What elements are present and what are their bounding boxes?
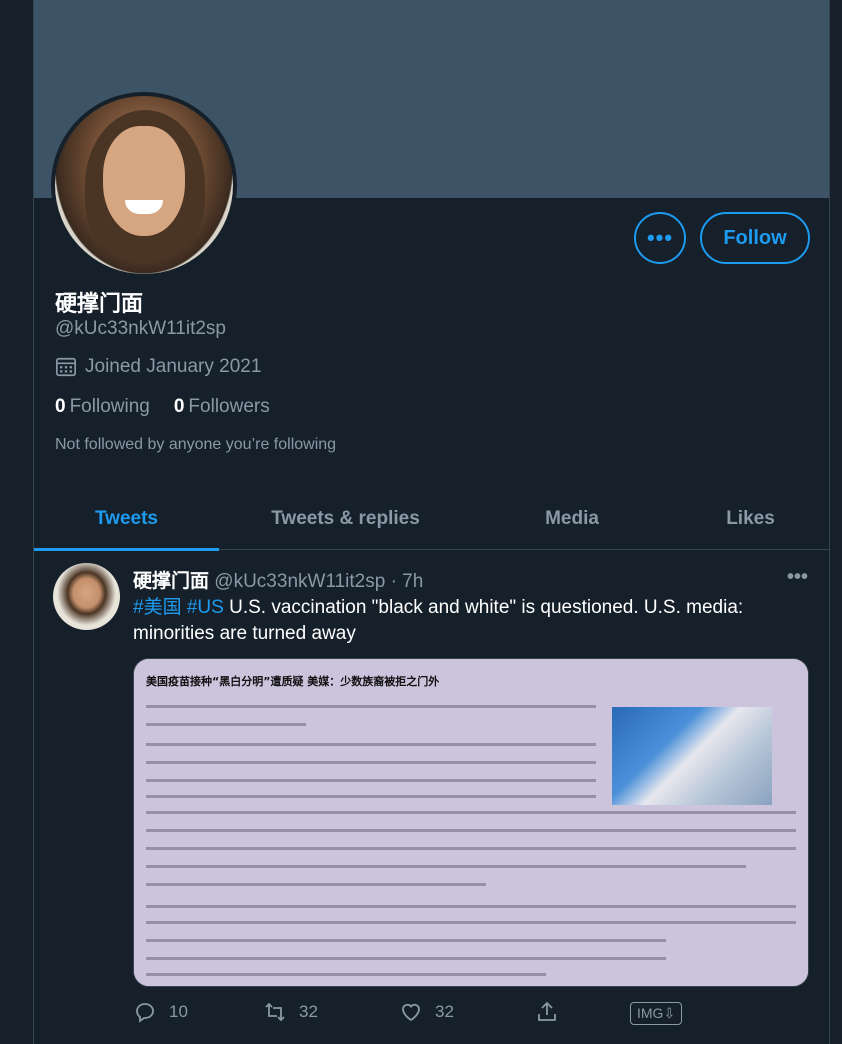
tweet-author-handle[interactable]: @kUc33nkW11it2sp bbox=[214, 571, 385, 592]
more-options-button[interactable]: ••• bbox=[634, 212, 686, 264]
calendar-icon bbox=[56, 357, 76, 377]
reply-button[interactable]: 10 bbox=[133, 1000, 188, 1024]
followers-count: 0 bbox=[173, 396, 185, 417]
retweet-count: 32 bbox=[299, 1002, 318, 1021]
tweet-more-button[interactable]: ••• bbox=[787, 566, 808, 589]
hashtag-link[interactable]: #US bbox=[187, 597, 224, 618]
profile-tabs: Tweets Tweets & replies Media Likes bbox=[34, 488, 829, 551]
tweet-author-avatar[interactable] bbox=[53, 563, 120, 630]
follow-stats: 0 Following 0 Followers bbox=[55, 396, 270, 418]
profile-avatar[interactable] bbox=[51, 92, 237, 278]
follow-button[interactable]: Follow bbox=[700, 212, 810, 264]
tweet-author-name[interactable]: 硬撑门面 bbox=[133, 571, 209, 592]
more-icon: ••• bbox=[646, 225, 674, 250]
retweet-button[interactable]: 32 bbox=[263, 1000, 318, 1024]
tab-likes[interactable]: Likes bbox=[672, 488, 829, 550]
like-button[interactable]: 32 bbox=[399, 1000, 454, 1024]
following-label: Following bbox=[69, 396, 150, 417]
tweet-time[interactable]: · 7h bbox=[391, 571, 424, 592]
text-line bbox=[146, 779, 596, 782]
text-line bbox=[146, 705, 596, 708]
share-icon bbox=[538, 1001, 556, 1021]
tweet-text: #美国 #US U.S. vaccination "black and whit… bbox=[133, 595, 803, 647]
text-line bbox=[146, 905, 796, 908]
tab-tweets-replies[interactable]: Tweets & replies bbox=[219, 488, 472, 550]
text-line bbox=[146, 921, 796, 924]
tab-tweets[interactable]: Tweets bbox=[34, 488, 219, 551]
tweet-body: U.S. vaccination "black and white" is qu… bbox=[133, 597, 744, 644]
vaccine-photo bbox=[612, 707, 772, 805]
reply-count: 10 bbox=[169, 1002, 188, 1021]
following-count: 0 bbox=[55, 396, 66, 417]
text-line bbox=[146, 829, 796, 832]
text-line bbox=[146, 847, 796, 850]
image-download-button[interactable]: IMG⇩ bbox=[630, 1002, 683, 1025]
text-line bbox=[146, 939, 666, 942]
tweet-actions: 10 32 32 IMG⇩ bbox=[133, 1000, 693, 1034]
joined-date: Joined January 2021 bbox=[55, 356, 261, 378]
retweet-icon bbox=[265, 1002, 285, 1022]
text-line bbox=[146, 811, 796, 814]
tab-media[interactable]: Media bbox=[472, 488, 672, 550]
like-count: 32 bbox=[435, 1002, 454, 1021]
followers-link[interactable]: 0 Followers bbox=[174, 396, 270, 418]
not-followed-notice: Not followed by anyone you’re following bbox=[55, 436, 337, 453]
hashtag-link[interactable]: #美国 bbox=[133, 597, 182, 618]
heart-icon bbox=[402, 1003, 420, 1022]
share-button[interactable] bbox=[535, 1000, 559, 1024]
reply-icon bbox=[136, 1003, 154, 1023]
following-link[interactable]: 0 Following bbox=[55, 396, 150, 418]
profile-display-name: 硬撑门面 bbox=[55, 291, 144, 316]
text-line bbox=[146, 795, 596, 798]
tweet-header: 硬撑门面 @kUc33nkW11it2sp · 7h bbox=[133, 566, 423, 593]
text-line bbox=[146, 743, 596, 746]
text-line bbox=[146, 865, 746, 868]
tweet-media-image[interactable]: 美国疫苗接种“黑白分明”遭质疑 美媒：少数族裔被拒之门外 bbox=[133, 658, 809, 987]
joined-text: Joined January 2021 bbox=[85, 356, 262, 377]
article-title: 美国疫苗接种“黑白分明”遭质疑 美媒：少数族裔被拒之门外 bbox=[146, 675, 440, 688]
text-line bbox=[146, 723, 306, 726]
followers-label: Followers bbox=[188, 396, 270, 417]
article-screenshot: 美国疫苗接种“黑白分明”遭质疑 美媒：少数族裔被拒之门外 bbox=[134, 659, 808, 986]
profile-handle: @kUc33nkW11it2sp bbox=[55, 318, 226, 339]
text-line bbox=[146, 883, 486, 886]
text-line bbox=[146, 973, 546, 976]
text-line bbox=[146, 761, 596, 764]
column-border-right bbox=[829, 0, 830, 1044]
avatar-face bbox=[103, 126, 185, 236]
text-line bbox=[146, 957, 666, 960]
